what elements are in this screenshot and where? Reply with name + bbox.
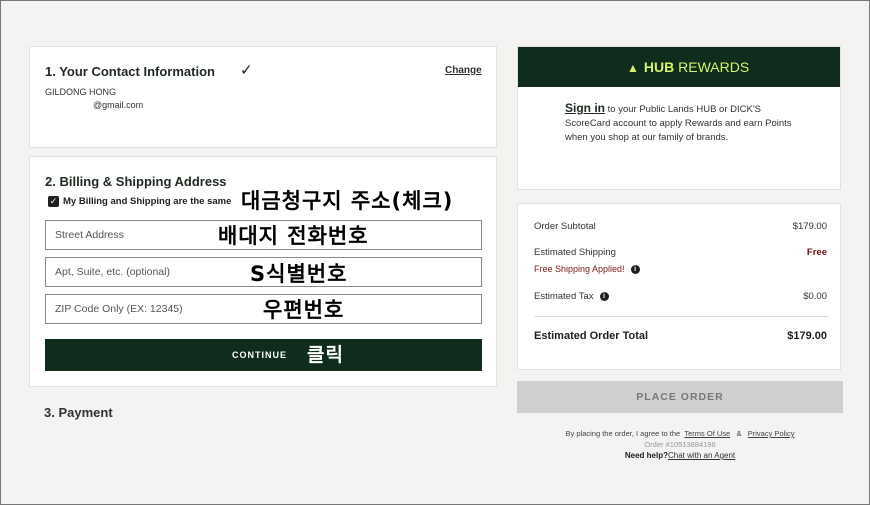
- annotation-billing-address: 대금청구지 주소(체크): [241, 189, 454, 213]
- order-summary-card: Order Subtotal $179.00 Estimated Shippin…: [517, 203, 841, 370]
- total-label: Estimated Order Total: [534, 330, 649, 342]
- hub-rewards-logo: ▲ HUB REWARDS: [627, 59, 750, 75]
- place-order-button[interactable]: PLACE ORDER: [517, 381, 843, 413]
- terms-of-use-link[interactable]: Terms Of Use: [684, 429, 730, 438]
- help-row: Need help?Chat with an Agent: [624, 451, 736, 460]
- rewards-card: ▲ HUB REWARDS Sign in to your Public Land…: [517, 46, 841, 190]
- order-number: Order #10513884196: [644, 440, 716, 449]
- billing-section-title: 2. Billing & Shipping Address: [45, 174, 227, 189]
- same-address-checkbox[interactable]: ✓: [48, 196, 59, 207]
- checkmark-icon: ✓: [240, 62, 253, 79]
- annotation-street: 배대지 전화번호: [218, 224, 369, 248]
- subtotal-value: $179.00: [792, 221, 827, 232]
- shipping-value: Free: [806, 247, 827, 258]
- tax-label: Estimated Tax i: [534, 291, 609, 302]
- subtotal-label: Order Subtotal: [534, 221, 596, 232]
- same-address-row[interactable]: ✓ My Billing and Shipping are the same: [48, 196, 231, 207]
- shipping-label: Estimated Shipping: [534, 247, 616, 258]
- contact-name: GILDONG HONG: [45, 87, 117, 97]
- total-value: $179.00: [787, 330, 827, 342]
- contact-section-title: 1. Your Contact Information: [45, 64, 215, 79]
- legal-agreement: By placing the order, I agree to the Ter…: [565, 429, 795, 438]
- contact-email: @gmail.com: [93, 100, 144, 110]
- arrow-up-icon: ▲: [627, 61, 639, 75]
- privacy-policy-link[interactable]: Privacy Policy: [748, 429, 795, 438]
- chat-agent-link[interactable]: Chat with an Agent: [668, 451, 735, 460]
- annotation-apt: S식별번호: [250, 262, 348, 286]
- annotation-zip: 우편번호: [263, 298, 345, 322]
- annotation-continue: 클릭: [307, 344, 344, 366]
- continue-label: CONTINUE: [232, 350, 287, 360]
- same-address-label: My Billing and Shipping are the same: [63, 196, 232, 207]
- summary-divider: [534, 316, 828, 317]
- contact-info-card: 1. Your Contact Information ✓ Change GIL…: [29, 46, 497, 148]
- sign-in-link[interactable]: Sign in: [565, 101, 605, 115]
- info-icon[interactable]: i: [630, 264, 640, 274]
- info-icon[interactable]: i: [599, 292, 609, 301]
- payment-section-title: 3. Payment: [44, 405, 113, 420]
- change-contact-link[interactable]: Change: [445, 65, 482, 76]
- tax-value: $0.00: [803, 291, 827, 302]
- continue-button[interactable]: CONTINUE: [45, 339, 482, 371]
- rewards-description: Sign in to your Public Lands HUB or DICK…: [565, 101, 792, 143]
- free-shipping-applied: Free Shipping Applied! i: [534, 264, 640, 274]
- rewards-banner: ▲ HUB REWARDS: [518, 47, 840, 87]
